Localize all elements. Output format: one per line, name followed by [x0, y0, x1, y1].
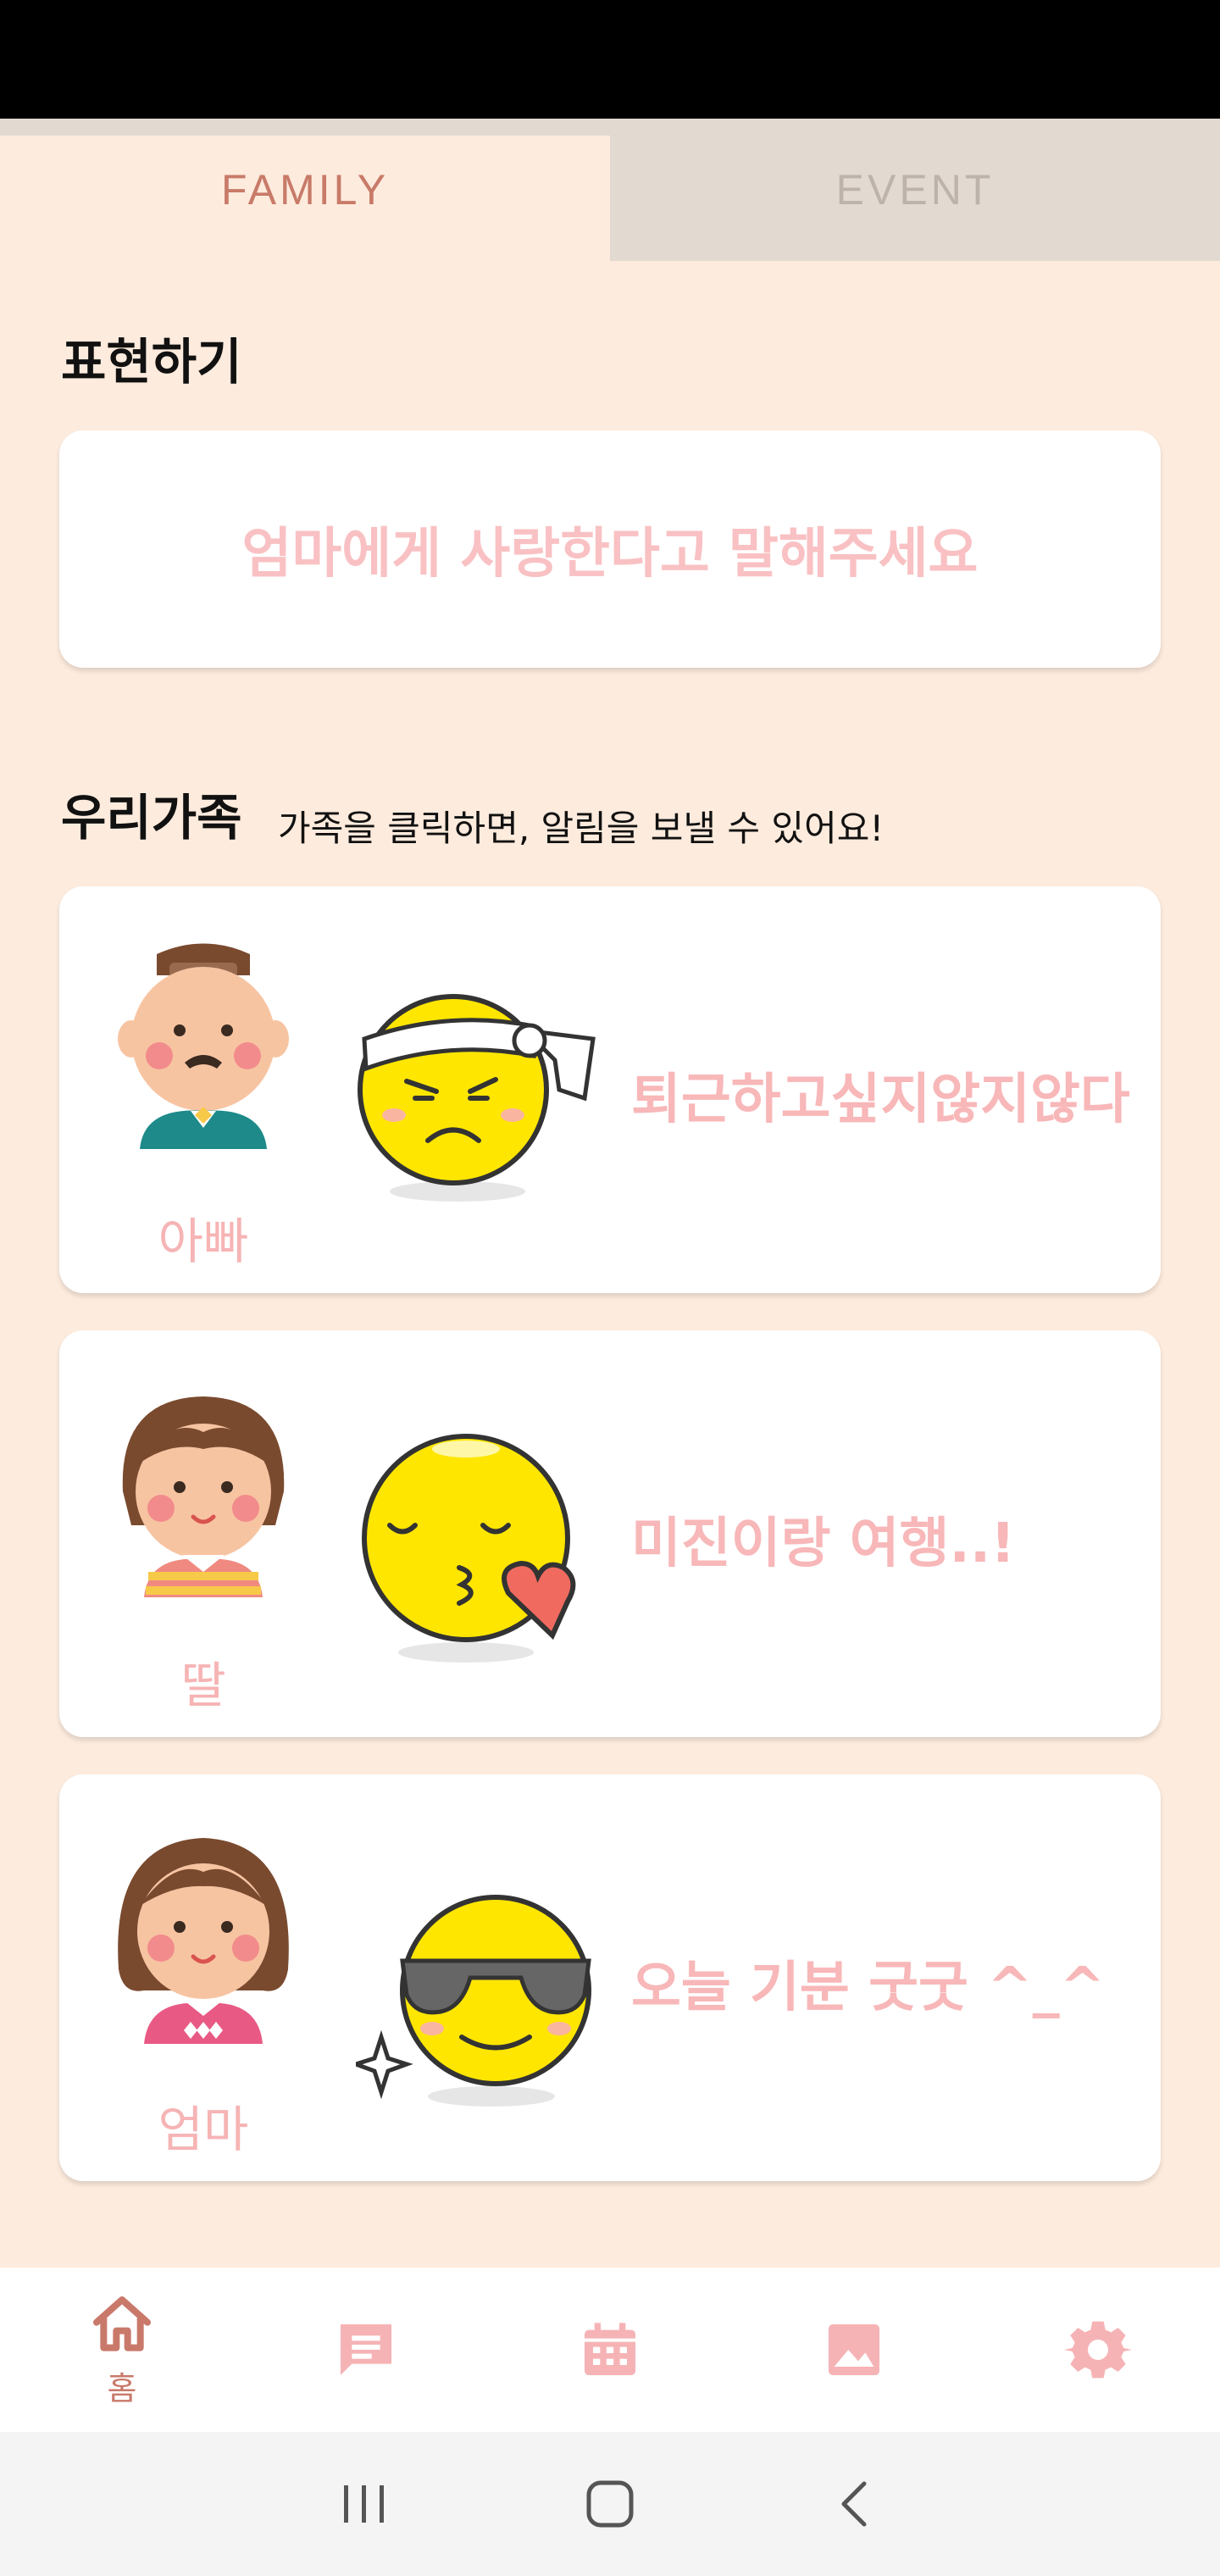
family-hint: 가족을 클릭하면, 알림을 보낼 수 있어요! — [278, 808, 884, 849]
bottom-navigation: 홈 — [0, 2268, 1220, 2432]
calendar-icon — [585, 2323, 635, 2375]
family-member-card-dad[interactable]: 아빠 퇴근하고싶지않지않다 — [59, 886, 1161, 1293]
express-section-title: 표현하기 — [61, 333, 242, 391]
member-name: 딸 — [180, 1657, 226, 1714]
headband-frown-emoji-icon — [358, 994, 596, 1202]
daughter-avatar-icon — [122, 1396, 285, 1597]
express-message: 엄마에게 사랑한다고 말해주세요 — [241, 523, 979, 586]
nav-item-calendar[interactable] — [488, 2268, 732, 2432]
express-card[interactable]: 엄마에게 사랑한다고 말해주세요 — [59, 430, 1161, 668]
tab-strip — [0, 119, 610, 136]
nav-item-gallery[interactable] — [732, 2268, 976, 2432]
settings-icon — [1064, 2321, 1132, 2379]
mom-avatar-icon — [118, 1838, 289, 2044]
family-member-card-daughter[interactable]: 딸 미진이랑 여행..! — [59, 1330, 1161, 1737]
nav-label-home: 홈 — [107, 2369, 137, 2407]
home-outline-icon — [586, 2480, 634, 2528]
recent-apps-icon — [344, 2485, 384, 2523]
family-member-card-mom[interactable]: 엄마 오늘 기분 굿굿 ^_^ — [59, 1774, 1161, 2181]
family-section-title: 우리가족 — [61, 789, 242, 847]
member-name: 엄마 — [158, 2101, 249, 2158]
recent-apps-button[interactable] — [241, 2432, 487, 2576]
image-icon — [829, 2324, 879, 2375]
member-status: 오늘 기분 굿굿 ^_^ — [631, 1957, 1106, 2019]
member-status: 미진이랑 여행..! — [631, 1513, 1016, 1575]
member-name: 아빠 — [158, 1213, 249, 1270]
member-status: 퇴근하고싶지않지않다 — [631, 1069, 1130, 1131]
nav-item-settings[interactable] — [976, 2268, 1220, 2432]
tab-event[interactable]: EVENT — [610, 119, 1220, 261]
nav-item-home[interactable]: 홈 — [0, 2268, 244, 2432]
home-system-button[interactable] — [487, 2432, 733, 2576]
kiss-heart-emoji-icon — [362, 1434, 576, 1663]
tab-family[interactable]: FAMILY — [0, 119, 610, 261]
sunglasses-emoji-icon — [356, 1895, 591, 2107]
dad-avatar-icon — [118, 943, 289, 1149]
back-button[interactable] — [733, 2432, 979, 2576]
status-bar — [0, 0, 1220, 119]
chat-icon — [341, 2324, 391, 2375]
system-navigation-bar — [0, 2432, 1220, 2576]
nav-item-chat[interactable] — [244, 2268, 488, 2432]
tab-bar: FAMILY EVENT — [0, 119, 1220, 261]
home-icon — [93, 2296, 151, 2351]
back-chevron-icon — [841, 2481, 867, 2527]
